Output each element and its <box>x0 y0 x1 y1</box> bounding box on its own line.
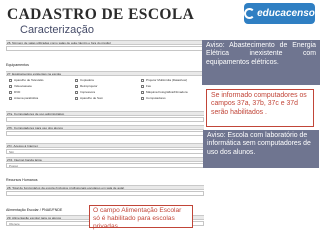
equipment-item[interactable]: Máquina Fotográfica/Filmadora <box>138 90 204 94</box>
checkbox[interactable] <box>9 96 12 100</box>
q28-header: 28. Total de funcionários da escola (inc… <box>6 185 204 190</box>
page-title: CADASTRO DE ESCOLA <box>7 6 195 23</box>
q26-header: 26. Número de salas utilizadas como sala… <box>6 40 204 45</box>
hr-section-label: Recursos Humanos <box>6 178 38 182</box>
checkbox[interactable] <box>75 96 78 100</box>
equipment-item[interactable]: Projetor Multimídia (Datashow) <box>138 78 204 82</box>
logo-ring-icon <box>244 8 256 19</box>
equipment-item[interactable]: DVD <box>6 90 72 94</box>
educacenso-logo: educacenso <box>244 3 315 24</box>
q27c-select[interactable]: Sim <box>6 149 204 154</box>
equipment-grid: Aparelho de Televisão Copiadora Projetor… <box>6 78 204 100</box>
q27c-header: 27c. Acesso à Internet <box>6 143 204 148</box>
checkbox[interactable] <box>9 90 12 94</box>
equipment-item[interactable]: Impressora <box>72 90 138 94</box>
q27b-header: 27b. Computadores para uso dos alunos <box>6 125 204 130</box>
info-callout-food: O campo Alimentação Escolar só é habilit… <box>89 205 193 230</box>
q27d-header: 27d. Internet banda larga <box>6 157 204 162</box>
checkbox[interactable] <box>9 78 12 82</box>
logo-text: educacenso <box>257 8 315 19</box>
equipment-item[interactable]: Aparelho de Televisão <box>6 78 72 82</box>
checkbox[interactable] <box>75 84 78 88</box>
equipment-section-label: Equipamentos <box>6 63 29 67</box>
equipment-item[interactable]: Retroprojetor <box>72 84 138 88</box>
equipment-item[interactable]: Antena parabólica <box>6 96 72 100</box>
q27d-select[interactable]: Possui <box>6 163 204 168</box>
q26-input[interactable] <box>6 46 204 51</box>
q27a-header: 27a. Computadores de uso administrativo <box>6 111 204 116</box>
q27-header: 27. Equipamentos existentes na escola <box>6 71 204 76</box>
equipment-item[interactable]: Fax <box>138 84 204 88</box>
warning-callout-energy: Aviso: Abastecimento de Energia Elétrica… <box>202 40 320 85</box>
q27b-input[interactable] <box>6 131 204 136</box>
equipment-item[interactable]: Copiadora <box>72 78 138 82</box>
checkbox[interactable] <box>75 78 78 82</box>
page-subtitle: Caracterização <box>20 24 94 36</box>
equipment-item[interactable]: Videocassete <box>6 84 72 88</box>
q28-input[interactable] <box>6 191 204 196</box>
checkbox[interactable] <box>141 78 144 82</box>
food-section-label: Alimentação Escolar / PNAE/FNDE <box>6 208 63 212</box>
equipment-item[interactable]: Computadores <box>138 96 204 100</box>
checkbox[interactable] <box>141 96 144 100</box>
info-callout-computers: Se informado computadores os campos 37a,… <box>206 89 314 127</box>
checkbox[interactable] <box>75 90 78 94</box>
checkbox[interactable] <box>141 84 144 88</box>
warning-callout-lab: Aviso: Escola com laboratório de informá… <box>203 130 319 168</box>
checkbox[interactable] <box>141 90 144 94</box>
equipment-item[interactable]: Aparelho de Som <box>72 96 138 100</box>
q27a-input[interactable] <box>6 117 204 122</box>
checkbox[interactable] <box>9 84 12 88</box>
